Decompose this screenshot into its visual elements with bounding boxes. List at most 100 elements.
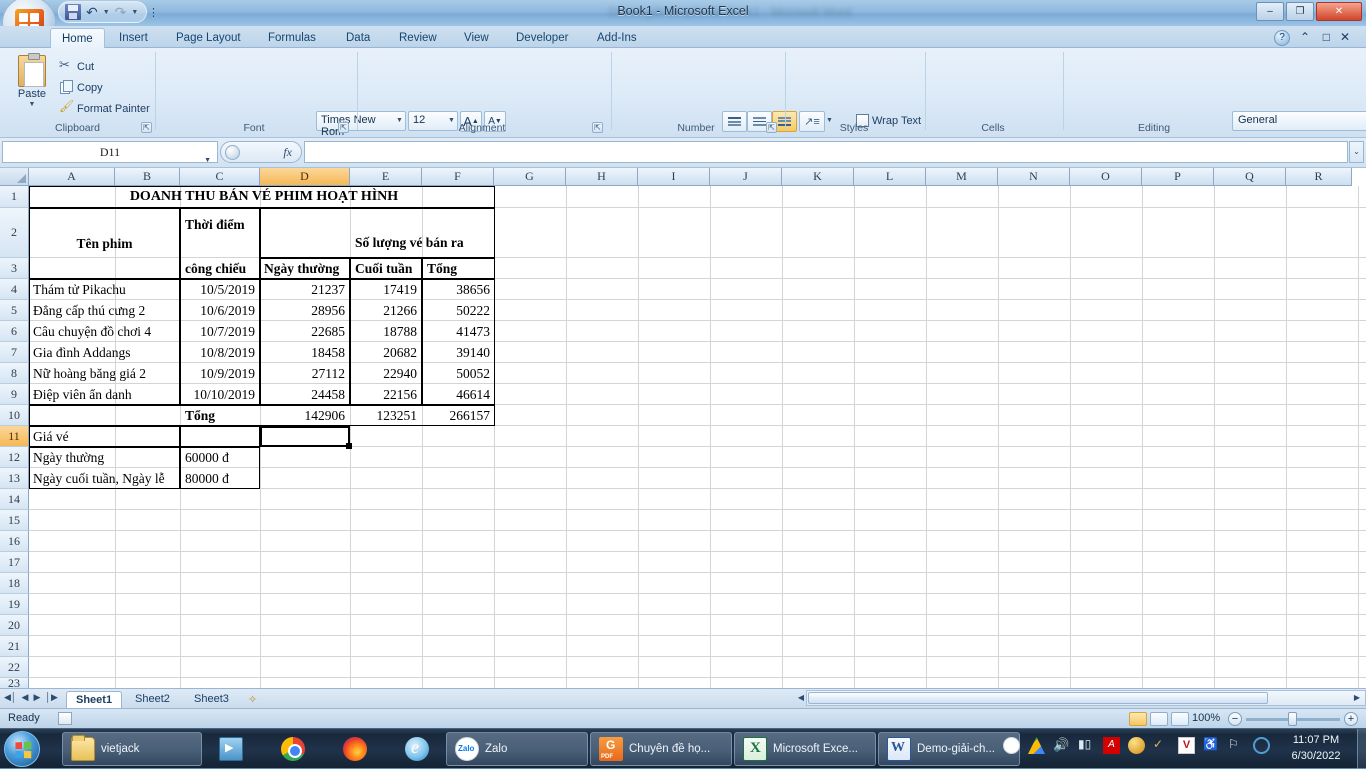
column-header-n[interactable]: N bbox=[998, 168, 1070, 186]
maximize-button[interactable]: ❐ bbox=[1286, 2, 1314, 21]
cell-c9[interactable]: 10/10/2019 bbox=[180, 384, 258, 405]
horizontal-scrollbar[interactable]: ◀ ▶ bbox=[798, 690, 1366, 706]
cell-header-thoi-diem-line1[interactable]: Thời điểm bbox=[182, 212, 260, 238]
tab-add-ins[interactable]: Add-Ins bbox=[586, 28, 648, 48]
restore-window-icon[interactable]: □ bbox=[1323, 30, 1330, 44]
tab-formulas[interactable]: Formulas bbox=[257, 28, 327, 48]
row-header-16[interactable]: 16 bbox=[0, 531, 29, 552]
cell-c7[interactable]: 10/8/2019 bbox=[180, 342, 258, 363]
google-drive-icon[interactable] bbox=[1028, 737, 1045, 754]
column-header-p[interactable]: P bbox=[1142, 168, 1214, 186]
next-sheet-icon[interactable]: ▶ bbox=[33, 692, 40, 703]
row-header-18[interactable]: 18 bbox=[0, 573, 29, 594]
row-header-22[interactable]: 22 bbox=[0, 657, 29, 678]
page-layout-view-button[interactable] bbox=[1150, 712, 1168, 726]
row-header-10[interactable]: 10 bbox=[0, 405, 29, 426]
cell-d4[interactable]: 21237 bbox=[260, 279, 348, 300]
row-header-4[interactable]: 4 bbox=[0, 279, 29, 300]
customize-qat-icon[interactable]: ⋮ bbox=[148, 6, 159, 19]
font-dialog-launcher[interactable]: ⇱ bbox=[338, 122, 349, 133]
row-header-13[interactable]: 13 bbox=[0, 468, 29, 489]
cell-a11-gia-ve[interactable]: Giá vé bbox=[30, 426, 180, 447]
close-button[interactable]: ✕ bbox=[1316, 2, 1362, 21]
cell-a13-weekend-label[interactable]: Ngày cuối tuần, Ngày lễ bbox=[30, 468, 182, 489]
row-header-2[interactable]: 2 bbox=[0, 208, 29, 258]
taskbar-item-internet-explorer[interactable] bbox=[396, 732, 438, 766]
close-workbook-icon[interactable]: ✕ bbox=[1340, 30, 1350, 44]
column-header-m[interactable]: M bbox=[926, 168, 998, 186]
cell-title[interactable]: DOANH THU BÁN VÉ PHIM HOẠT HÌNH bbox=[114, 186, 414, 208]
sheet-tab-sheet2[interactable]: Sheet2 bbox=[126, 691, 179, 709]
tab-page-layout[interactable]: Page Layout bbox=[165, 28, 252, 48]
cell-d10-total[interactable]: 142906 bbox=[260, 405, 348, 426]
minimize-ribbon-icon[interactable]: ⌃ bbox=[1300, 30, 1310, 44]
cell-c13-weekend-price[interactable]: 80000 đ bbox=[182, 468, 260, 489]
save-icon[interactable] bbox=[65, 4, 81, 20]
cell-a8[interactable]: Nữ hoàng băng giá 2 bbox=[30, 363, 180, 384]
cell-f8[interactable]: 50052 bbox=[422, 363, 493, 384]
row-header-19[interactable]: 19 bbox=[0, 594, 29, 615]
column-header-r[interactable]: R bbox=[1286, 168, 1352, 186]
tab-review[interactable]: Review bbox=[388, 28, 448, 48]
row-header-6[interactable]: 6 bbox=[0, 321, 29, 342]
network-icon[interactable]: ▮▯ bbox=[1078, 737, 1095, 754]
copy-button[interactable]: Copy bbox=[56, 79, 106, 96]
sheet-tab-sheet3[interactable]: Sheet3 bbox=[185, 691, 238, 709]
cell-e8[interactable]: 22940 bbox=[350, 363, 420, 384]
paste-button[interactable]: Paste ▼ bbox=[10, 53, 54, 115]
minimize-button[interactable]: – bbox=[1256, 2, 1284, 21]
cell-header-cuoi-tuan[interactable]: Cuối tuần bbox=[352, 258, 424, 279]
cell-f10-total[interactable]: 266157 bbox=[422, 405, 493, 426]
start-button[interactable] bbox=[4, 731, 40, 767]
tab-home[interactable]: Home bbox=[50, 28, 105, 48]
row-header-9[interactable]: 9 bbox=[0, 384, 29, 405]
cell-d9[interactable]: 24458 bbox=[260, 384, 348, 405]
previous-sheet-icon[interactable]: ◀ bbox=[22, 692, 29, 703]
name-box[interactable]: D11 ▼ bbox=[2, 141, 218, 164]
zoom-level[interactable]: 100% bbox=[1192, 712, 1220, 724]
record-macro-icon[interactable] bbox=[58, 712, 72, 725]
row-header-5[interactable]: 5 bbox=[0, 300, 29, 321]
cell-c4[interactable]: 10/5/2019 bbox=[180, 279, 258, 300]
column-header-g[interactable]: G bbox=[494, 168, 566, 186]
cell-a7[interactable]: Gia đình Addangs bbox=[30, 342, 180, 363]
undo-icon[interactable]: ↶ bbox=[86, 4, 98, 20]
active-cell-selection[interactable] bbox=[260, 426, 352, 449]
alignment-dialog-launcher[interactable]: ⇱ bbox=[592, 122, 603, 133]
column-header-h[interactable]: H bbox=[566, 168, 638, 186]
cell-c5[interactable]: 10/6/2019 bbox=[180, 300, 258, 321]
spreadsheet-grid[interactable]: A B C D E F G H I J K L M N O P Q R 1 2 … bbox=[0, 168, 1366, 689]
vcam-icon[interactable]: V bbox=[1178, 737, 1195, 754]
format-painter-button[interactable]: Format Painter bbox=[56, 99, 153, 117]
cell-e6[interactable]: 18788 bbox=[350, 321, 420, 342]
cut-button[interactable]: Cut bbox=[56, 57, 97, 75]
sheet-tab-sheet1[interactable]: Sheet1 bbox=[66, 691, 123, 709]
cell-d5[interactable]: 28956 bbox=[260, 300, 348, 321]
redo-dropdown-icon[interactable]: ▼ bbox=[131, 9, 138, 16]
column-header-o[interactable]: O bbox=[1070, 168, 1142, 186]
clipboard-dialog-launcher[interactable]: ⇱ bbox=[141, 122, 152, 133]
cell-header-tong[interactable]: Tổng bbox=[424, 258, 496, 279]
action-center-icon[interactable]: ⚐ bbox=[1228, 737, 1245, 754]
cell-e7[interactable]: 20682 bbox=[350, 342, 420, 363]
help-icon[interactable]: ? bbox=[1274, 30, 1290, 46]
insert-function-icon[interactable]: fx bbox=[283, 145, 292, 160]
scroll-right-icon[interactable]: ▶ bbox=[1351, 691, 1363, 705]
cell-c10-total-label[interactable]: Tổng bbox=[182, 405, 258, 426]
cell-a12-weekday-label[interactable]: Ngày thường bbox=[30, 447, 180, 468]
cell-header-ngay-thuong[interactable]: Ngày thường bbox=[261, 258, 351, 279]
taskbar-item-word[interactable]: Demo-giải-ch... bbox=[878, 732, 1020, 766]
scroll-left-icon[interactable]: ◀ bbox=[795, 691, 807, 705]
avira-icon[interactable]: A bbox=[1103, 737, 1120, 754]
cell-a5[interactable]: Đẳng cấp thú cưng 2 bbox=[30, 300, 180, 321]
row-header-7[interactable]: 7 bbox=[0, 342, 29, 363]
taskbar-item-zalo[interactable]: Zalo bbox=[446, 732, 588, 766]
row-header-11[interactable]: 11 bbox=[0, 426, 29, 447]
column-header-c[interactable]: C bbox=[180, 168, 260, 186]
insert-worksheet-icon[interactable]: ✧ bbox=[248, 693, 257, 706]
tab-view[interactable]: View bbox=[453, 28, 500, 48]
cell-c8[interactable]: 10/9/2019 bbox=[180, 363, 258, 384]
app-tray-icon[interactable] bbox=[1253, 737, 1270, 754]
cell-f9[interactable]: 46614 bbox=[422, 384, 493, 405]
undo-dropdown-icon[interactable]: ▼ bbox=[103, 9, 110, 16]
